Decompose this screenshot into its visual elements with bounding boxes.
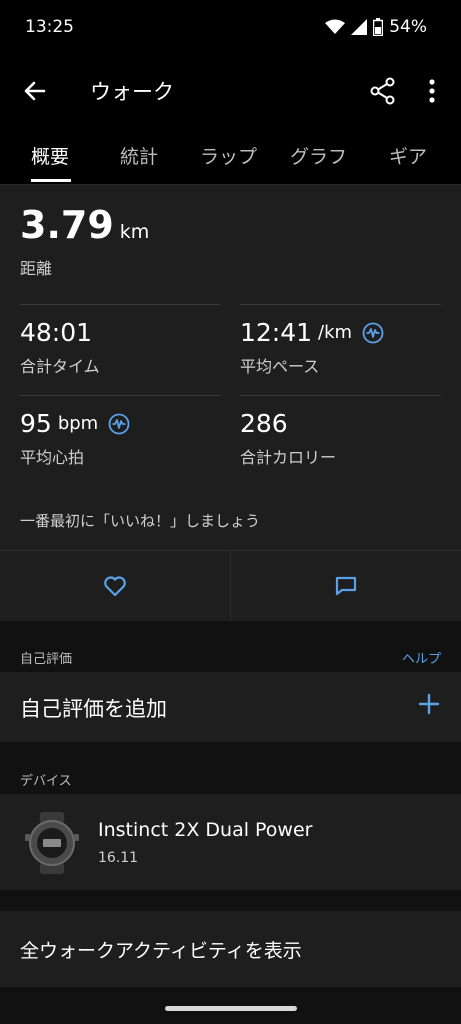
tab-graphs[interactable]: グラフ <box>290 142 347 169</box>
comment-icon <box>335 576 357 596</box>
help-link[interactable]: ヘルプ <box>402 648 441 667</box>
more-options-icon[interactable] <box>420 76 444 106</box>
calories-label: 合計カロリー <box>240 448 337 467</box>
summary-card: 3.79 km 距離 48:01 合計タイム 12:41/km 平均ペース 95 b… <box>0 185 461 550</box>
divider <box>240 395 441 396</box>
battery-icon <box>373 18 384 36</box>
wifi-icon <box>325 19 346 34</box>
divider <box>20 395 220 396</box>
avg-hr-value: 95 bpm <box>20 409 130 438</box>
add-self-eval-row[interactable]: 自己評価を追加 <box>0 672 461 742</box>
tab-stats[interactable]: 統計 <box>120 142 158 169</box>
distance-unit: km <box>119 221 150 243</box>
status-time: 13:25 <box>25 17 74 37</box>
device-section-label: デバイス <box>20 774 72 789</box>
tab-laps[interactable]: ラップ <box>200 142 257 169</box>
device-name: Instinct 2X Dual Power <box>98 819 313 841</box>
tab-overview[interactable]: 概要 <box>31 142 69 169</box>
page-title: ウォーク <box>90 80 174 104</box>
avg-hr-label: 平均心拍 <box>20 448 85 467</box>
social-actions <box>0 550 461 621</box>
comment-button[interactable] <box>231 551 461 621</box>
heart-icon <box>104 576 126 597</box>
avg-pace-unit: /km <box>318 322 353 343</box>
like-prompt: 一番最初に「いいね！」しましょう <box>20 512 261 530</box>
active-tab-indicator <box>31 179 71 182</box>
distance-number: 3.79 <box>20 203 114 247</box>
back-arrow-icon[interactable] <box>20 76 50 106</box>
tab-gear[interactable]: ギア <box>389 142 427 169</box>
device-row[interactable]: Instinct 2X Dual Power 16.11 <box>0 794 461 890</box>
view-all-activities-row[interactable]: 全ウォークアクティビティを表示 <box>0 911 461 987</box>
tab-bar: 概要 統計 ラップ グラフ ギア <box>0 126 461 185</box>
share-icon[interactable] <box>368 76 398 106</box>
app-bar: ウォーク <box>0 58 461 126</box>
view-all-activities-label: 全ウォークアクティビティを表示 <box>20 940 302 962</box>
total-time-label: 合計タイム <box>20 357 100 376</box>
calories-number: 286 <box>240 409 288 438</box>
distance-label: 距離 <box>20 259 53 278</box>
divider <box>240 304 441 305</box>
distance-value: 3.79 km <box>20 203 149 247</box>
calories-value: 286 <box>240 409 288 438</box>
plus-icon[interactable] <box>417 692 441 716</box>
total-time-value: 48:01 <box>20 318 92 347</box>
avg-pace-label: 平均ペース <box>240 357 320 376</box>
divider <box>20 304 220 305</box>
avg-hr-unit: bpm <box>57 413 99 434</box>
pace-zone-icon[interactable] <box>362 322 384 344</box>
battery-percent: 54% <box>389 17 427 37</box>
avg-hr-number: 95 <box>20 409 52 438</box>
total-time-number: 48:01 <box>20 318 93 347</box>
heart-rate-zone-icon[interactable] <box>108 413 130 435</box>
home-indicator[interactable] <box>165 1006 297 1011</box>
avg-pace-number: 12:41 <box>240 318 313 347</box>
status-bar: 13:25 54% <box>0 0 461 58</box>
add-self-eval-label: 自己評価を追加 <box>20 697 167 721</box>
signal-icon <box>351 19 368 35</box>
watch-image <box>25 812 79 874</box>
device-version: 16.11 <box>98 850 139 866</box>
avg-pace-value: 12:41/km <box>240 318 384 347</box>
like-button[interactable] <box>0 551 230 621</box>
self-eval-section-label: 自己評価 <box>20 652 73 667</box>
